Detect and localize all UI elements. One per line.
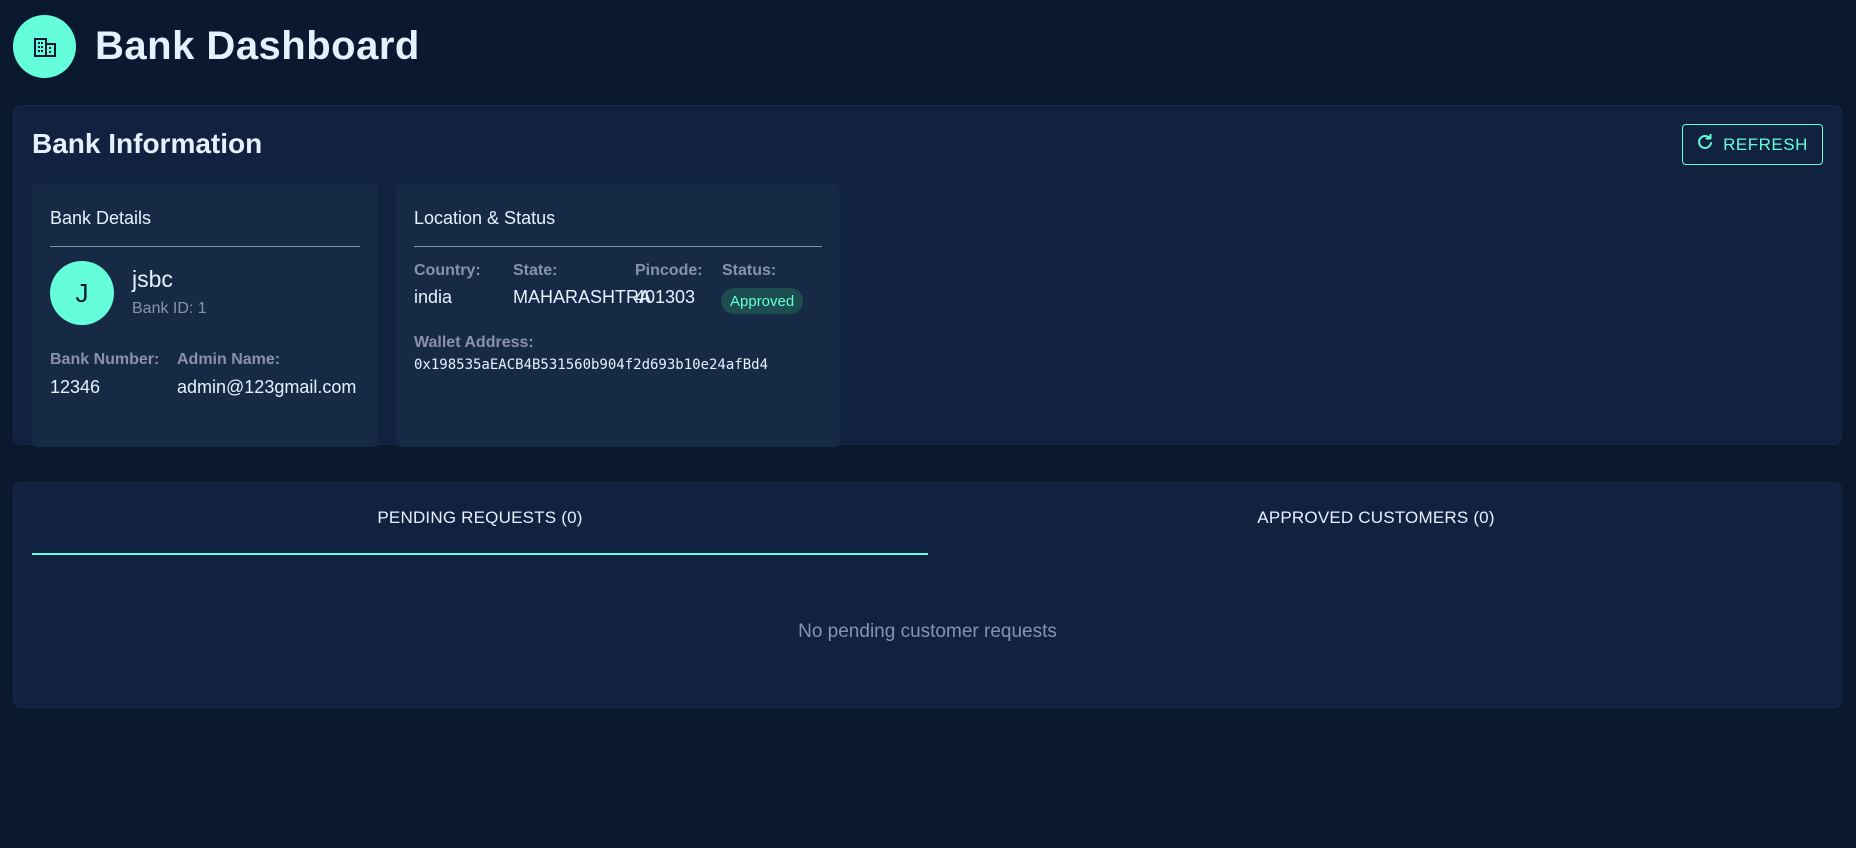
panel-title: Bank Information (32, 128, 263, 159)
tab-label: APPROVED CUSTOMERS (0) (1257, 508, 1495, 527)
tab-label: PENDING REQUESTS (0) (377, 508, 583, 527)
empty-state-message: No pending customer requests (798, 621, 1057, 642)
customer-requests-panel: PENDING REQUESTS (0) APPROVED CUSTOMERS … (13, 482, 1842, 708)
bank-details-card: Bank Details J jsbc Bank ID: 1 Bank Numb… (32, 184, 378, 447)
bank-name: jsbc (132, 266, 173, 292)
country-value: india (414, 287, 453, 307)
refresh-button[interactable]: REFRESH (1682, 124, 1823, 165)
page-header: Bank Dashboard (13, 15, 420, 78)
admin-name-label: Admin Name: (177, 351, 281, 368)
wallet-address-value: 0x198535aEACB4B531560b904f2d693b10e24afB… (414, 357, 769, 373)
avatar: J (50, 261, 114, 325)
tab-approved-customers[interactable]: APPROVED CUSTOMERS (0) (928, 508, 1824, 553)
card-title: Bank Details (50, 208, 152, 228)
bank-number-value: 12346 (50, 377, 101, 397)
status-badge: Approved (721, 288, 804, 314)
divider (50, 246, 360, 247)
country-label: Country: (414, 262, 481, 279)
refresh-icon (1697, 133, 1713, 155)
refresh-button-label: REFRESH (1723, 134, 1808, 154)
status-label: Status: (722, 262, 777, 279)
bank-id: Bank ID: 1 (132, 300, 207, 317)
state-label: State: (513, 262, 558, 279)
pincode-label: Pincode: (635, 262, 703, 279)
admin-name-value: admin@123gmail.com (177, 377, 357, 397)
active-tab-indicator (32, 553, 928, 555)
card-title: Location & Status (414, 208, 556, 228)
bank-number-label: Bank Number: (50, 351, 160, 368)
location-status-card: Location & Status Country: india State: … (396, 184, 840, 447)
bank-building-icon (13, 15, 76, 78)
divider (414, 246, 822, 247)
wallet-address-label: Wallet Address: (414, 334, 534, 351)
tab-pending-requests[interactable]: PENDING REQUESTS (0) (32, 508, 928, 553)
bank-information-panel: Bank Information REFRESH Bank Details J … (13, 105, 1842, 447)
page-title: Bank Dashboard (95, 24, 420, 68)
pincode-value: 401303 (635, 287, 696, 307)
state-value: MAHARASHTRA (513, 287, 652, 307)
